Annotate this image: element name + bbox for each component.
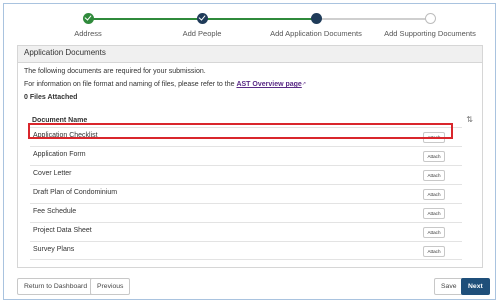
step-label-address: Address: [74, 29, 102, 38]
document-name: Application Checklist: [33, 132, 98, 139]
panel-title: Application Documents: [18, 46, 482, 63]
table-row: Draft Plan of Condominium Attach: [30, 184, 462, 203]
stepper-line-complete-2: [202, 18, 316, 20]
table-row: Cover Letter Attach: [30, 165, 462, 184]
document-name: Cover Letter: [33, 170, 72, 177]
stepper-line-upcoming: [316, 18, 430, 20]
document-name: Survey Plans: [33, 246, 75, 253]
step-upcoming-dot-icon: [425, 13, 436, 24]
info-prefix: For information on file format and namin…: [24, 81, 237, 88]
attach-button-application-form[interactable]: Attach: [423, 151, 445, 162]
table-row: Fee Schedule Attach: [30, 203, 462, 222]
attach-button-cover-letter[interactable]: Attach: [423, 170, 445, 181]
progress-stepper: Address Add People Add Application Docum…: [4, 4, 497, 44]
next-button[interactable]: Next: [461, 278, 490, 295]
document-name: Draft Plan of Condominium: [33, 189, 118, 196]
save-button[interactable]: Save: [434, 278, 464, 295]
attach-button-project-data-sheet[interactable]: Attach: [423, 227, 445, 238]
sort-icon[interactable]: ⇅: [466, 115, 473, 124]
table-row: Application Form Attach: [30, 146, 462, 165]
table-row: Application Checklist Attach: [30, 127, 462, 146]
step-add-people-check-icon: [197, 13, 208, 24]
stepper-line-complete-1: [88, 18, 202, 20]
return-to-dashboard-button[interactable]: Return to Dashboard: [17, 278, 95, 295]
files-attached-count: 0 Files Attached: [24, 94, 78, 101]
step-address-check-icon: [83, 13, 94, 24]
attach-button-survey-plans[interactable]: Attach: [423, 246, 445, 257]
external-link-icon: ↗: [301, 81, 307, 87]
step-current-dot-icon: [311, 13, 322, 24]
step-label-add-people: Add People: [182, 29, 222, 38]
document-name: Fee Schedule: [33, 208, 77, 215]
application-window: Address Add People Add Application Docum…: [3, 3, 496, 300]
attach-button-fee-schedule[interactable]: Attach: [423, 208, 445, 219]
application-documents-panel: Application Documents The following docu…: [17, 45, 483, 268]
table-row: Project Data Sheet Attach: [30, 222, 462, 241]
ast-overview-link[interactable]: AST Overview page: [236, 81, 301, 88]
step-label-add-application-documents: Add Application Documents: [270, 29, 362, 38]
table-row: Survey Plans Attach: [30, 241, 462, 260]
document-name: Application Form: [33, 151, 86, 158]
documents-table: Application Checklist Attach Application…: [30, 127, 462, 260]
intro-text: The following documents are required for…: [24, 68, 206, 75]
previous-button[interactable]: Previous: [90, 278, 131, 295]
step-label-add-supporting-documents: Add Supporting Documents: [384, 29, 476, 38]
column-header-document-name[interactable]: Document Name: [32, 117, 87, 124]
attach-button-application-checklist[interactable]: Attach: [423, 132, 445, 143]
attach-button-draft-plan-of-condominium[interactable]: Attach: [423, 189, 445, 200]
info-text: For information on file format and namin…: [24, 81, 306, 88]
document-name: Project Data Sheet: [33, 227, 92, 234]
